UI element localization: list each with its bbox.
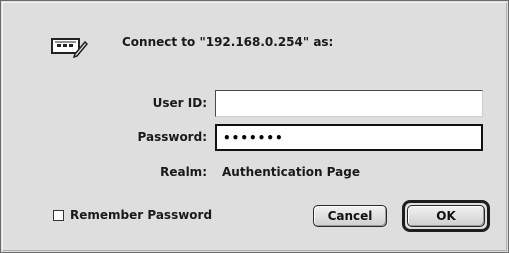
remember-password-option[interactable]: Remember Password — [53, 208, 212, 222]
user-id-label: User ID: — [152, 96, 207, 110]
ok-button[interactable]: OK — [407, 205, 485, 227]
user-id-field[interactable] — [215, 90, 483, 117]
server-connection-icon — [49, 34, 89, 59]
remember-password-label: Remember Password — [70, 208, 213, 222]
realm-value: Authentication Page — [222, 165, 360, 179]
remember-password-checkbox[interactable] — [53, 209, 64, 221]
realm-label: Realm: — [160, 165, 207, 179]
connect-dialog: Connect to "192.168.0.254" as: User ID: … — [0, 0, 509, 253]
password-field[interactable] — [215, 124, 483, 151]
dialog-title: Connect to "192.168.0.254" as: — [122, 35, 334, 49]
cancel-button[interactable]: Cancel — [313, 205, 387, 227]
password-label: Password: — [137, 130, 208, 144]
